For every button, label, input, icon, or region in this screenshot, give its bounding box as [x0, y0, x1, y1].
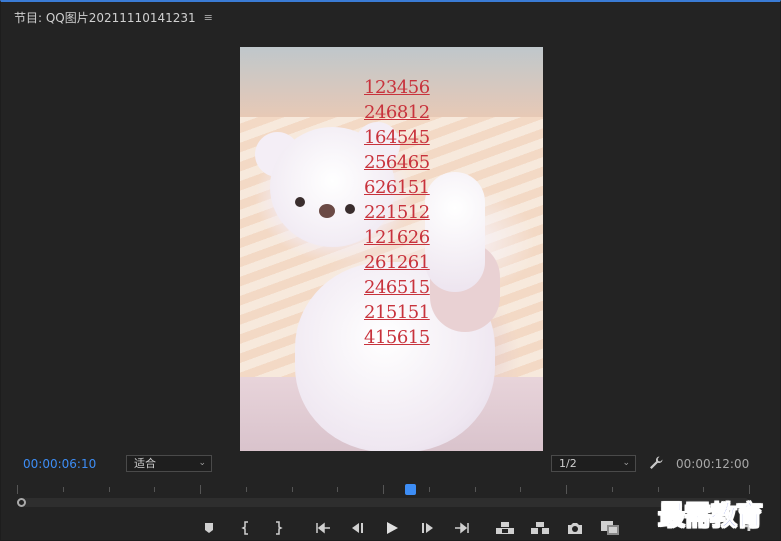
step-back-button[interactable]: [346, 517, 368, 539]
ruler-tick: [566, 485, 567, 494]
lift-button[interactable]: [494, 517, 516, 539]
teddy-bear-eye-left: [295, 197, 305, 207]
overlay-number: 256465: [364, 152, 430, 173]
ruler-tick: [703, 487, 704, 492]
ruler-tick: [475, 487, 476, 492]
zoom-level-select[interactable]: 适合 ⌄: [126, 455, 212, 472]
overlay-number: 121626: [364, 227, 430, 248]
wrench-icon[interactable]: [648, 455, 664, 475]
go-to-out-button[interactable]: [451, 517, 473, 539]
ruler-tick: [337, 487, 338, 492]
extract-icon: [531, 522, 549, 534]
step-forward-button[interactable]: [417, 517, 439, 539]
step-back-icon: [352, 523, 363, 533]
ruler-tick: [292, 487, 293, 492]
panel-tab-bar: 节目: QQ图片20211110141231 ≡: [1, 2, 780, 36]
comparison-view-button[interactable]: [599, 517, 621, 539]
overlay-number: 215151: [364, 302, 430, 323]
program-viewer[interactable]: 123456 246812 164545 256465 626151 22151…: [240, 47, 543, 451]
ruler-tick: [109, 487, 110, 492]
overlay-number: 221512: [364, 202, 430, 223]
ruler-tick: [429, 487, 430, 492]
mark-in-icon: [241, 521, 248, 535]
ruler-tick: [154, 487, 155, 492]
number-overlay-list: 123456 246812 164545 256465 626151 22151…: [364, 75, 464, 350]
zoom-level-value: 适合: [134, 457, 156, 470]
step-forward-icon: [422, 523, 433, 533]
overlay-number: 246515: [364, 277, 430, 298]
hamburger-icon[interactable]: ≡: [204, 11, 213, 24]
ruler-tick: [383, 485, 384, 494]
playhead-marker[interactable]: [405, 484, 416, 495]
lift-icon: [496, 522, 514, 534]
camera-icon: [568, 523, 582, 534]
play-icon: [387, 522, 398, 534]
ruler-tick: [17, 485, 18, 494]
go-to-out-icon: [455, 522, 469, 534]
program-monitor-panel: 节目: QQ图片20211110141231 ≡ 123456 246812 1…: [0, 0, 781, 541]
mark-out-icon: [276, 521, 283, 535]
ruler-tick: [612, 487, 613, 492]
ruler-tick: [520, 487, 521, 492]
go-to-in-button[interactable]: [312, 517, 334, 539]
mark-out-button[interactable]: [267, 517, 289, 539]
zoom-scrollbar-handle[interactable]: [17, 498, 26, 507]
go-to-in-icon: [316, 522, 330, 534]
ruler-tick: [246, 487, 247, 492]
playback-resolution-select[interactable]: 1/2 ⌄: [551, 455, 636, 472]
time-ruler[interactable]: [17, 485, 750, 497]
teddy-bear-nose: [319, 204, 335, 218]
ruler-tick: [658, 487, 659, 492]
overlay-number: 261261: [364, 252, 430, 273]
export-frame-button[interactable]: [564, 517, 586, 539]
add-marker-button[interactable]: [198, 517, 220, 539]
overlay-number: 123456: [364, 77, 430, 98]
teddy-bear-eye-right: [345, 204, 355, 214]
extract-button[interactable]: [529, 517, 551, 539]
mark-in-button[interactable]: [235, 517, 257, 539]
zoom-scrollbar[interactable]: [17, 498, 749, 507]
ruler-tick: [200, 485, 201, 494]
play-button[interactable]: [381, 517, 403, 539]
watermark-logo: 最需教育: [658, 501, 764, 533]
ruler-tick: [749, 485, 750, 494]
overlay-number: 415615: [364, 327, 430, 348]
compare-icon: [601, 521, 619, 535]
duration-timecode: 00:00:12:00: [676, 457, 750, 471]
ruler-tick: [63, 487, 64, 492]
chevron-down-icon: ⌄: [622, 458, 630, 468]
overlay-number: 626151: [364, 177, 430, 198]
current-timecode[interactable]: 00:00:06:10: [23, 457, 96, 471]
panel-title[interactable]: 节目: QQ图片20211110141231: [14, 9, 196, 26]
marker-icon: [205, 523, 213, 533]
overlay-number: 246812: [364, 102, 430, 123]
overlay-number: 164545: [364, 127, 430, 148]
chevron-down-icon: ⌄: [198, 458, 206, 468]
playback-resolution-value: 1/2: [559, 457, 577, 470]
